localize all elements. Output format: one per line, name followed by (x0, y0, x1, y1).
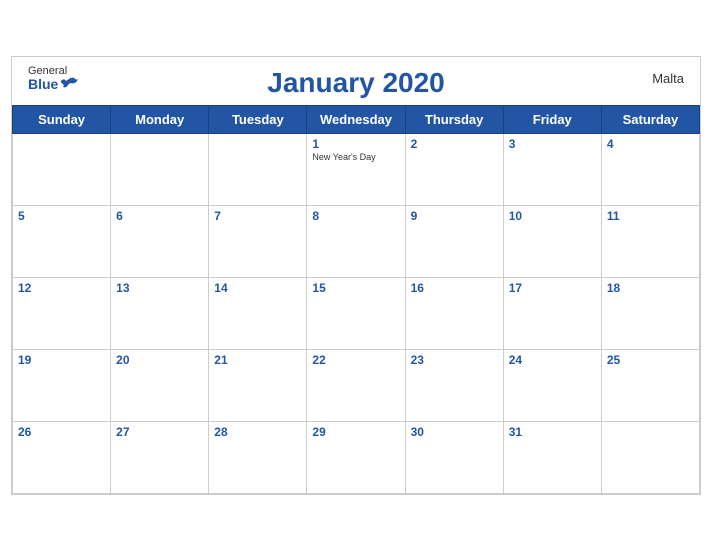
day-number: 31 (509, 425, 596, 439)
calendar-cell: 8 (307, 205, 405, 277)
calendar-cell: 2 (405, 133, 503, 205)
calendar-cell: 13 (111, 277, 209, 349)
calendar-cell: 25 (601, 349, 699, 421)
calendar-cell: 22 (307, 349, 405, 421)
calendar-cell: 11 (601, 205, 699, 277)
calendar-title: January 2020 (267, 67, 444, 99)
day-number: 2 (411, 137, 498, 151)
calendar-cell (13, 133, 111, 205)
day-number: 21 (214, 353, 301, 367)
day-number: 20 (116, 353, 203, 367)
header-monday: Monday (111, 105, 209, 133)
calendar-cell: 3 (503, 133, 601, 205)
calendar-cell: 10 (503, 205, 601, 277)
calendar-cell: 26 (13, 421, 111, 493)
calendar-cell: 24 (503, 349, 601, 421)
logo-general-text: General (28, 65, 67, 77)
calendar-cell: 14 (209, 277, 307, 349)
calendar-week-row: 12 13 14 15 16 17 18 (13, 277, 700, 349)
day-number: 7 (214, 209, 301, 223)
day-number: 19 (18, 353, 105, 367)
calendar-cell (111, 133, 209, 205)
calendar-cell: 23 (405, 349, 503, 421)
calendar-cell: 29 (307, 421, 405, 493)
calendar: General Blue January 2020 Malta Sunday M… (11, 56, 701, 495)
day-number: 24 (509, 353, 596, 367)
header-thursday: Thursday (405, 105, 503, 133)
calendar-cell: 21 (209, 349, 307, 421)
logo-bird-icon (60, 77, 78, 93)
country-label: Malta (652, 71, 684, 86)
day-number: 10 (509, 209, 596, 223)
day-number: 15 (312, 281, 399, 295)
day-number: 22 (312, 353, 399, 367)
calendar-week-row: 26 27 28 29 30 31 (13, 421, 700, 493)
day-number: 11 (607, 209, 694, 223)
day-number: 3 (509, 137, 596, 151)
header-saturday: Saturday (601, 105, 699, 133)
calendar-header: General Blue January 2020 Malta (12, 57, 700, 105)
calendar-cell: 18 (601, 277, 699, 349)
calendar-cell: 20 (111, 349, 209, 421)
day-number: 12 (18, 281, 105, 295)
day-number: 5 (18, 209, 105, 223)
day-number: 28 (214, 425, 301, 439)
calendar-table: Sunday Monday Tuesday Wednesday Thursday… (12, 105, 700, 494)
calendar-week-row: 19 20 21 22 23 24 25 (13, 349, 700, 421)
day-number: 18 (607, 281, 694, 295)
day-number: 30 (411, 425, 498, 439)
day-number: 16 (411, 281, 498, 295)
day-number: 26 (18, 425, 105, 439)
day-number: 29 (312, 425, 399, 439)
calendar-cell (601, 421, 699, 493)
calendar-cell: 28 (209, 421, 307, 493)
calendar-cell: 1New Year's Day (307, 133, 405, 205)
header-friday: Friday (503, 105, 601, 133)
calendar-cell: 9 (405, 205, 503, 277)
calendar-cell: 19 (13, 349, 111, 421)
holiday-label: New Year's Day (312, 152, 399, 162)
calendar-cell (209, 133, 307, 205)
weekday-header-row: Sunday Monday Tuesday Wednesday Thursday… (13, 105, 700, 133)
calendar-cell: 15 (307, 277, 405, 349)
calendar-week-row: 1New Year's Day 234 (13, 133, 700, 205)
calendar-cell: 30 (405, 421, 503, 493)
header-wednesday: Wednesday (307, 105, 405, 133)
day-number: 1 (312, 137, 399, 151)
calendar-cell: 7 (209, 205, 307, 277)
day-number: 25 (607, 353, 694, 367)
calendar-cell: 27 (111, 421, 209, 493)
calendar-cell: 17 (503, 277, 601, 349)
calendar-cell: 6 (111, 205, 209, 277)
calendar-cell: 16 (405, 277, 503, 349)
day-number: 17 (509, 281, 596, 295)
calendar-cell: 5 (13, 205, 111, 277)
day-number: 9 (411, 209, 498, 223)
day-number: 23 (411, 353, 498, 367)
day-number: 8 (312, 209, 399, 223)
header-sunday: Sunday (13, 105, 111, 133)
day-number: 14 (214, 281, 301, 295)
calendar-cell: 12 (13, 277, 111, 349)
logo: General Blue (28, 65, 78, 93)
header-tuesday: Tuesday (209, 105, 307, 133)
day-number: 27 (116, 425, 203, 439)
logo-blue-text: Blue (28, 77, 58, 92)
day-number: 4 (607, 137, 694, 151)
day-number: 6 (116, 209, 203, 223)
calendar-cell: 31 (503, 421, 601, 493)
calendar-cell: 4 (601, 133, 699, 205)
calendar-week-row: 56789 10 11 (13, 205, 700, 277)
day-number: 13 (116, 281, 203, 295)
